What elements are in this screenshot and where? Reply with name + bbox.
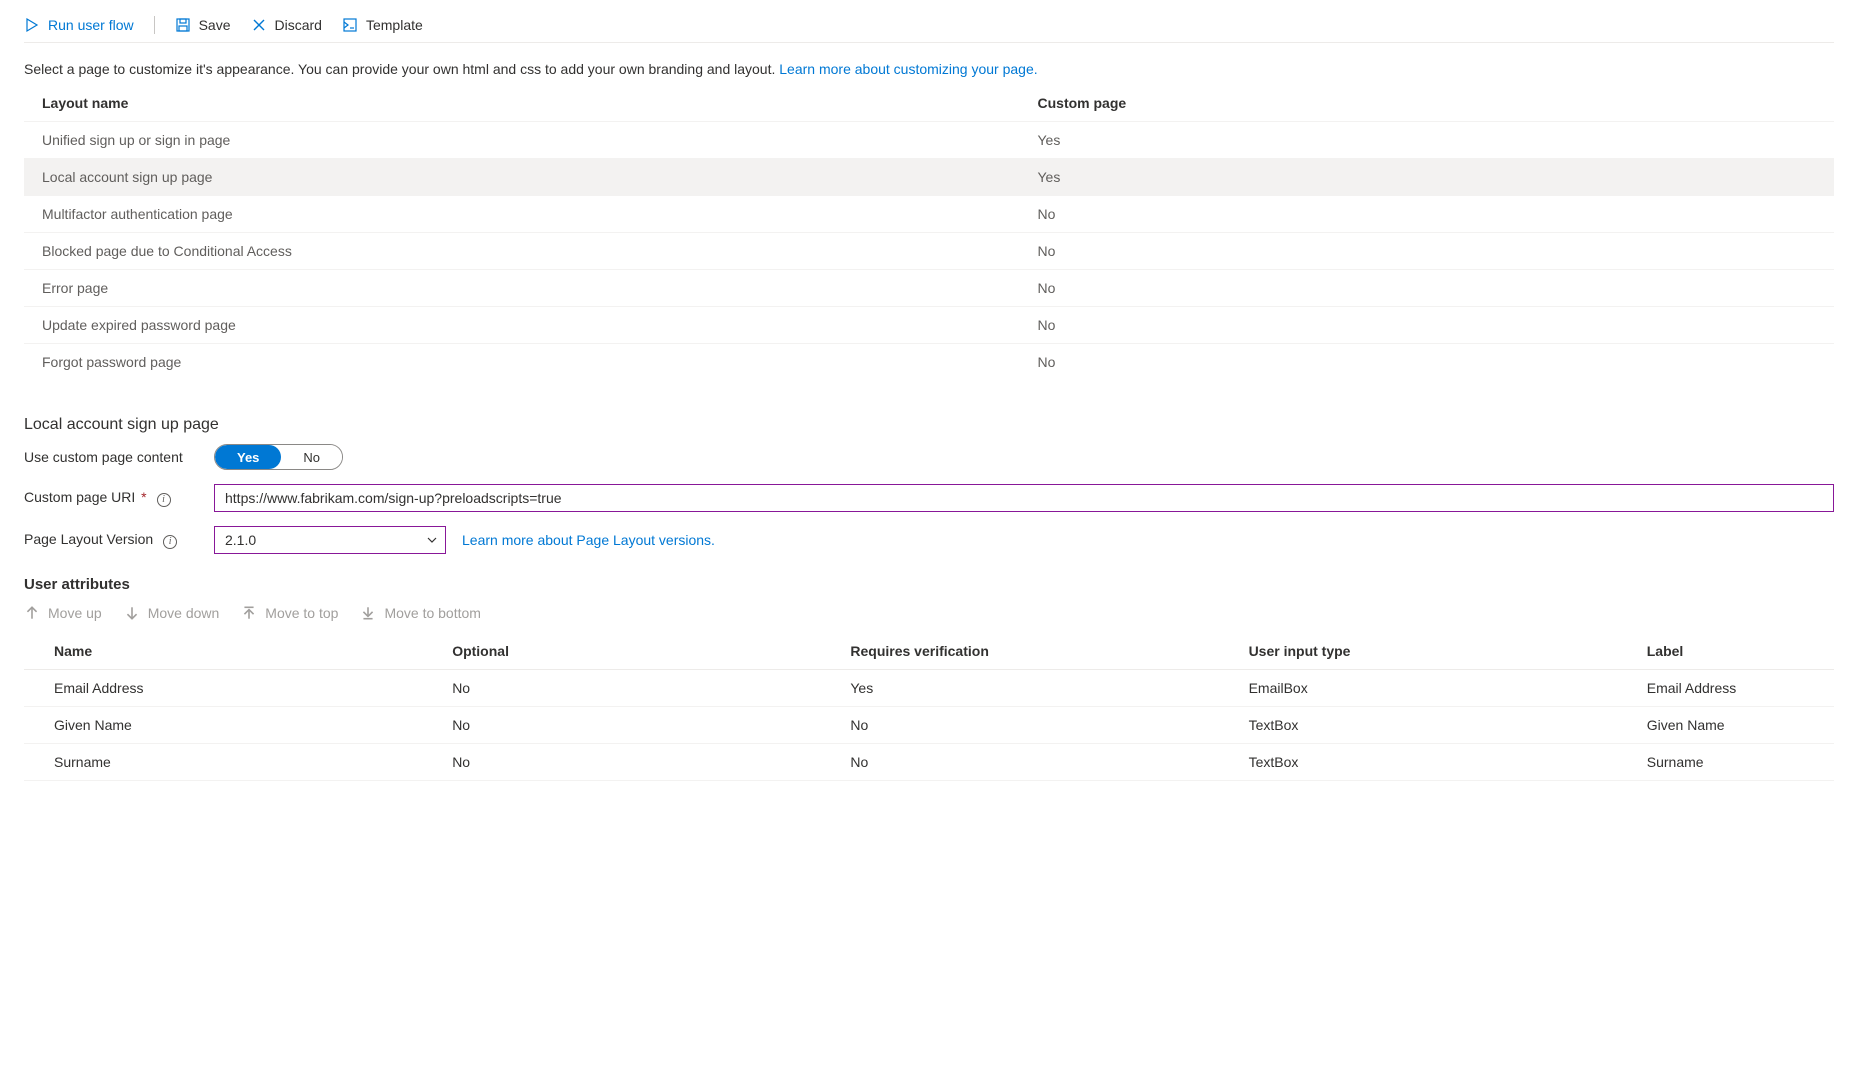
toggle-no[interactable]: No: [281, 445, 342, 469]
attr-label-cell: Surname: [1617, 744, 1834, 781]
move-bottom-label: Move to bottom: [384, 605, 481, 621]
save-label: Save: [199, 17, 231, 33]
layout-name-cell: Update expired password page: [24, 307, 1020, 344]
layout-name-cell: Error page: [24, 270, 1020, 307]
discard-label: Discard: [275, 17, 322, 33]
layout-custom-cell: No: [1020, 196, 1835, 233]
layout-row[interactable]: Multifactor authentication pageNo: [24, 196, 1834, 233]
arrow-down-icon: [124, 605, 140, 621]
intro-text: Select a page to customize it's appearan…: [24, 61, 1834, 77]
attr-toolbar: Move up Move down Move to top Move to bo…: [24, 605, 1834, 621]
attr-optional-cell: No: [422, 707, 820, 744]
template-icon: [342, 17, 358, 33]
use-custom-toggle[interactable]: Yes No: [214, 444, 343, 470]
version-label-text: Page Layout Version: [24, 531, 153, 547]
attr-type-cell: EmailBox: [1219, 670, 1617, 707]
layout-row[interactable]: Forgot password pageNo: [24, 344, 1834, 381]
layout-name-cell: Forgot password page: [24, 344, 1020, 381]
layout-name-cell: Unified sign up or sign in page: [24, 122, 1020, 159]
layout-name-cell: Multifactor authentication page: [24, 196, 1020, 233]
layout-custom-cell: Yes: [1020, 122, 1835, 159]
attr-row[interactable]: Email AddressNoYesEmailBoxEmail Address: [24, 670, 1834, 707]
arrow-bottom-icon: [360, 605, 376, 621]
attr-type-cell: TextBox: [1219, 707, 1617, 744]
version-label: Page Layout Version i: [24, 531, 214, 549]
save-button[interactable]: Save: [175, 17, 231, 33]
custom-uri-input[interactable]: [214, 484, 1834, 512]
user-attributes-heading: User attributes: [24, 576, 1834, 593]
layout-name-cell: Blocked page due to Conditional Access: [24, 233, 1020, 270]
move-top-label: Move to top: [265, 605, 338, 621]
col-attr-optional[interactable]: Optional: [422, 633, 820, 670]
layout-custom-cell: No: [1020, 344, 1835, 381]
move-down-button[interactable]: Move down: [124, 605, 220, 621]
move-up-label: Move up: [48, 605, 102, 621]
custom-uri-row: Custom page URI * i: [24, 484, 1834, 512]
detail-heading: Local account sign up page: [24, 416, 1834, 434]
version-select-wrap: [214, 526, 446, 554]
attr-name-cell: Email Address: [24, 670, 422, 707]
version-select[interactable]: [214, 526, 446, 554]
save-icon: [175, 17, 191, 33]
layout-row[interactable]: Local account sign up pageYes: [24, 159, 1834, 196]
col-attr-label[interactable]: Label: [1617, 633, 1834, 670]
attr-optional-cell: No: [422, 744, 820, 781]
col-attr-type[interactable]: User input type: [1219, 633, 1617, 670]
attr-optional-cell: No: [422, 670, 820, 707]
layout-custom-cell: No: [1020, 270, 1835, 307]
attr-row[interactable]: SurnameNoNoTextBoxSurname: [24, 744, 1834, 781]
intro-text-body: Select a page to customize it's appearan…: [24, 61, 779, 77]
use-custom-row: Use custom page content Yes No: [24, 444, 1834, 470]
layout-row[interactable]: Blocked page due to Conditional AccessNo: [24, 233, 1834, 270]
move-down-label: Move down: [148, 605, 220, 621]
learn-more-link[interactable]: Learn more about customizing your page.: [779, 61, 1037, 77]
col-layout-name[interactable]: Layout name: [24, 85, 1020, 122]
version-row: Page Layout Version i Learn more about P…: [24, 526, 1834, 554]
user-attributes-table: Name Optional Requires verification User…: [24, 633, 1834, 781]
template-label: Template: [366, 17, 423, 33]
custom-uri-label: Custom page URI * i: [24, 489, 214, 507]
info-icon[interactable]: i: [163, 535, 177, 549]
layouts-table: Layout name Custom page Unified sign up …: [24, 85, 1834, 380]
arrow-top-icon: [241, 605, 257, 621]
attr-requires-cell: No: [820, 744, 1218, 781]
run-label: Run user flow: [48, 17, 134, 33]
info-icon[interactable]: i: [157, 493, 171, 507]
col-attr-name[interactable]: Name: [24, 633, 422, 670]
attr-label-cell: Given Name: [1617, 707, 1834, 744]
close-icon: [251, 17, 267, 33]
toggle-yes[interactable]: Yes: [215, 445, 281, 469]
col-attr-requires[interactable]: Requires verification: [820, 633, 1218, 670]
attr-requires-cell: No: [820, 707, 1218, 744]
layout-custom-cell: No: [1020, 233, 1835, 270]
required-star: *: [141, 489, 146, 505]
attr-name-cell: Given Name: [24, 707, 422, 744]
col-custom-page[interactable]: Custom page: [1020, 85, 1835, 122]
arrow-up-icon: [24, 605, 40, 621]
move-up-button[interactable]: Move up: [24, 605, 102, 621]
layout-custom-cell: No: [1020, 307, 1835, 344]
attr-requires-cell: Yes: [820, 670, 1218, 707]
version-learn-more-link[interactable]: Learn more about Page Layout versions.: [462, 532, 715, 548]
discard-button[interactable]: Discard: [251, 17, 322, 33]
layout-name-cell: Local account sign up page: [24, 159, 1020, 196]
attr-row[interactable]: Given NameNoNoTextBoxGiven Name: [24, 707, 1834, 744]
toolbar-divider: [154, 16, 155, 34]
move-top-button[interactable]: Move to top: [241, 605, 338, 621]
command-bar: Run user flow Save Discard Template: [24, 8, 1834, 43]
play-icon: [24, 17, 40, 33]
attr-name-cell: Surname: [24, 744, 422, 781]
attr-label-cell: Email Address: [1617, 670, 1834, 707]
run-user-flow-button[interactable]: Run user flow: [24, 17, 134, 33]
layout-row[interactable]: Update expired password pageNo: [24, 307, 1834, 344]
layout-custom-cell: Yes: [1020, 159, 1835, 196]
custom-uri-label-text: Custom page URI: [24, 489, 135, 505]
layout-row[interactable]: Error pageNo: [24, 270, 1834, 307]
layout-row[interactable]: Unified sign up or sign in pageYes: [24, 122, 1834, 159]
use-custom-label: Use custom page content: [24, 449, 214, 465]
move-bottom-button[interactable]: Move to bottom: [360, 605, 481, 621]
attr-type-cell: TextBox: [1219, 744, 1617, 781]
template-button[interactable]: Template: [342, 17, 423, 33]
